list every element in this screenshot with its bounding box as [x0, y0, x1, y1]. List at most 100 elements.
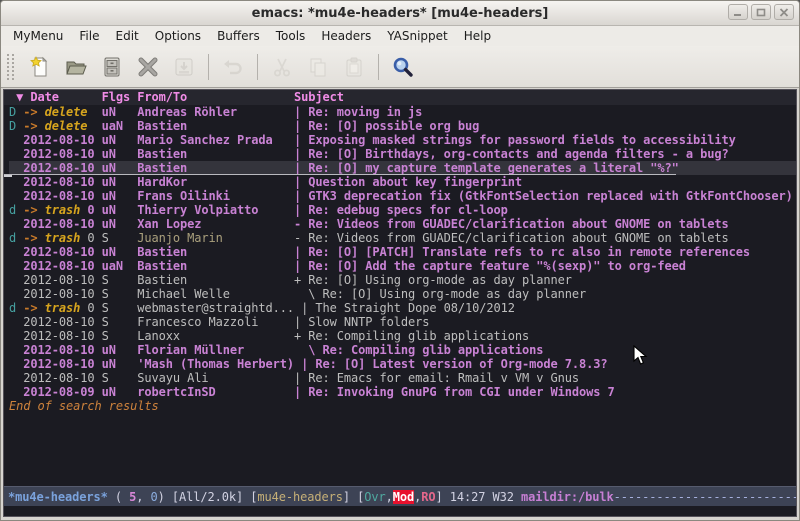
message-row[interactable]: 2012-08-10 uN Bastien | Re: [O] [PATCH] … [9, 245, 796, 259]
mu4e-headers-buffer[interactable]: ▼ Date Flgs From/To Subject D -> delete … [4, 90, 796, 486]
mark-arrow: -> [23, 105, 44, 119]
message-subject: | Slow NNTP folders [294, 315, 429, 329]
mark-char [9, 343, 23, 357]
message-flags: S [102, 231, 138, 245]
modeline-segment-khaki: mu4e-headers [257, 490, 343, 504]
message-from: 'Mash (Thomas Herbert) [137, 357, 301, 371]
mark-char [9, 273, 23, 287]
window-title: emacs: *mu4e-headers* [mu4e-headers] [1, 5, 799, 21]
message-subject: | The Straight Dope 08/10/2012 [301, 301, 515, 315]
message-row[interactable]: 2012-08-10 uN Frans Oilinki | GTK3 depre… [9, 189, 796, 203]
menu-item-headers[interactable]: Headers [313, 27, 379, 45]
mark-char: D [9, 105, 23, 119]
message-date: 2012-08-10 [23, 133, 101, 147]
message-from: Bastien [137, 147, 294, 161]
message-row[interactable]: 2012-08-10 uN Xan Lopez - Re: Videos fro… [9, 217, 796, 231]
message-row[interactable]: 2012-08-10 S Francesco Mazzoli | Slow NN… [9, 315, 796, 329]
message-row[interactable]: 2012-08-09 uN robertcInSD | Re: Invoking… [9, 385, 796, 399]
message-row[interactable]: D -> delete uaN Bastien | Re: [O] possib… [9, 119, 796, 133]
search-icon[interactable] [385, 52, 421, 82]
mark-arrow: -> [23, 231, 44, 245]
message-row[interactable]: 2012-08-10 uN 'Mash (Thomas Herbert) | R… [9, 357, 796, 371]
message-date: 2012-08-10 [23, 259, 101, 273]
message-flags: uN [102, 217, 138, 231]
mark-char [9, 385, 23, 399]
message-flags: uN [102, 203, 138, 217]
kill-buffer-icon[interactable] [130, 52, 166, 82]
menu-item-yasnippet[interactable]: YASnippet [379, 27, 456, 45]
mark-char [9, 175, 23, 189]
menu-item-help[interactable]: Help [456, 27, 499, 45]
mark-arrow: -> [23, 119, 44, 133]
modeline-segment-fg: ] [ [343, 490, 364, 504]
copy-icon [300, 52, 336, 82]
message-date: 2012-08-09 [23, 385, 101, 399]
mark-char [9, 329, 23, 343]
modeline-segment-mod: Mod [393, 490, 414, 504]
menu-item-options[interactable]: Options [147, 27, 209, 45]
message-subject: + Re: [O] Using org-mode as day planner [294, 273, 572, 287]
modeline-segment-fg: ] 14:27 W32 [436, 490, 522, 504]
message-row[interactable]: 2012-08-10 S Bastien + Re: [O] Using org… [9, 273, 796, 287]
message-subject: | Re: [O] Add the capture feature "%(sex… [294, 259, 686, 273]
message-from: Bastien [137, 161, 294, 175]
message-date: 2012-08-10 [23, 245, 101, 259]
message-flags: uN [102, 175, 138, 189]
message-flags: uN [102, 105, 138, 119]
message-from: Francesco Mazzoli [137, 315, 294, 329]
headers-column-header[interactable]: ▼ Date Flgs From/To Subject [4, 90, 796, 105]
toolbar-drag-handle-icon[interactable] [7, 54, 14, 80]
echo-area[interactable] [4, 506, 796, 516]
menu-item-edit[interactable]: Edit [108, 27, 147, 45]
new-file-icon[interactable] [22, 52, 58, 82]
modeline-segment-fg: , [386, 490, 393, 504]
end-of-search-results: End of search results [9, 399, 796, 413]
message-row[interactable]: d -> trash 0 S Juanjo Marin - Re: Videos… [9, 231, 796, 245]
message-subject: | Re: [O] possible org bug [294, 119, 479, 133]
mark-char [9, 287, 23, 301]
message-flags: uN [102, 245, 138, 259]
message-from: Xan Lopez [137, 217, 294, 231]
menu-item-buffers[interactable]: Buffers [209, 27, 268, 45]
message-row[interactable]: 2012-08-10 uN Bastien | Re: [O] my captu… [9, 161, 796, 175]
message-row[interactable]: 2012-08-10 uN HardKor | Question about k… [9, 175, 796, 189]
message-date: 2012-08-10 [23, 371, 101, 385]
message-subject: | Re: [O] my capture template generates … [294, 161, 679, 175]
message-subject: | Re: [O] Latest version of Org-mode 7.8… [301, 357, 607, 371]
undo-icon [215, 52, 251, 82]
maximize-button[interactable] [751, 4, 771, 20]
message-row[interactable]: 2012-08-10 uN Bastien | Re: [O] Birthday… [9, 147, 796, 161]
save-icon [166, 52, 202, 82]
mark-action: trash [45, 231, 81, 245]
message-from: webmaster@straightd... [137, 301, 301, 315]
dired-icon[interactable] [94, 52, 130, 82]
close-button[interactable] [774, 4, 794, 20]
mode-line[interactable]: *mu4e-headers* ( 5, 0) [All/2.0k] [mu4e-… [4, 486, 796, 506]
message-row[interactable]: 2012-08-10 S Lanoxx + Re: Compiling glib… [9, 329, 796, 343]
message-date: 2012-08-10 [23, 189, 101, 203]
menu-item-tools[interactable]: Tools [268, 27, 314, 45]
message-date: 2012-08-10 [23, 161, 101, 175]
message-row[interactable]: 2012-08-10 S Michael Welle \ Re: [O] Usi… [9, 287, 796, 301]
modeline-segment-fg: ) [All/2.0k] [ [158, 490, 258, 504]
message-row[interactable]: d -> trash 0 uN Thierry Volpiatto | Re: … [9, 203, 796, 217]
modeline-segment-blue2: 0 [151, 490, 158, 504]
open-folder-icon[interactable] [58, 52, 94, 82]
menu-item-file[interactable]: File [71, 27, 107, 45]
minimize-button[interactable] [728, 4, 748, 20]
message-row[interactable]: d -> trash 0 S webmaster@straightd... | … [9, 301, 796, 315]
message-from: Juanjo Marin [137, 231, 294, 245]
message-from: Frans Oilinki [137, 189, 294, 203]
message-row[interactable]: D -> delete uN Andreas Röhler | Re: movi… [9, 105, 796, 119]
toolbar-separator [208, 54, 209, 80]
title-bar[interactable]: emacs: *mu4e-headers* [mu4e-headers] [1, 1, 799, 26]
message-row[interactable]: 2012-08-10 uaN Bastien | Re: [O] Add the… [9, 259, 796, 273]
message-flags: S [102, 329, 138, 343]
menu-item-mymenu[interactable]: MyMenu [5, 27, 71, 45]
message-row[interactable]: 2012-08-10 S Suvayu Ali | Re: Emacs for … [9, 371, 796, 385]
message-row[interactable]: 2012-08-10 uN Mario Sanchez Prada | Expo… [9, 133, 796, 147]
modeline-segment-fg: , [136, 490, 150, 504]
message-row[interactable]: 2012-08-10 uN Florian Müllner \ Re: Comp… [9, 343, 796, 357]
tool-bar [1, 46, 799, 88]
emacs-frame: ▼ Date Flgs From/To Subject D -> delete … [3, 89, 797, 517]
